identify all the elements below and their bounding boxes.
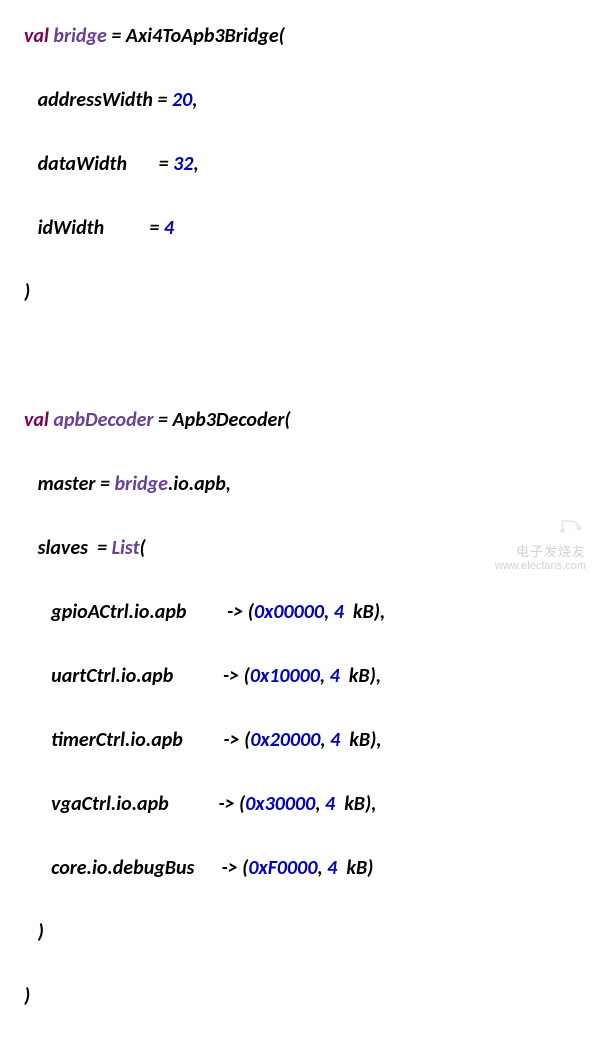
table-row: gpioACtrl.io.apb -> (0x00000, 4 kB), bbox=[24, 596, 576, 628]
row-size-n: 4 bbox=[327, 856, 337, 880]
row-addr: 0x20000 bbox=[250, 728, 320, 752]
blank-line bbox=[24, 340, 576, 372]
row-addr: 0x10000 bbox=[250, 664, 320, 688]
keyword-val: val bbox=[24, 24, 49, 48]
row-addr: 0x30000 bbox=[245, 792, 315, 816]
row-size-u: kB bbox=[353, 600, 374, 624]
param-idWidth: idWidth = 4 bbox=[24, 212, 576, 244]
row-size-n: 4 bbox=[325, 792, 335, 816]
row-lhs: uartCtrl.io.apb bbox=[51, 664, 173, 688]
row-lhs: timerCtrl.io.apb bbox=[51, 728, 183, 752]
list-ctor: List bbox=[112, 536, 140, 560]
param-value: 4 bbox=[164, 216, 174, 240]
master-line: master = bridge.io.apb, bbox=[24, 468, 576, 500]
ctor-apbDecoder: Apb3Decoder bbox=[173, 408, 285, 432]
close-paren-list: ) bbox=[24, 916, 576, 948]
param-addressWidth: addressWidth = 20, bbox=[24, 84, 576, 116]
row-size-n: 4 bbox=[330, 664, 340, 688]
row-addr: 0xF0000 bbox=[248, 856, 317, 880]
ctor-bridge: Axi4ToApb3Bridge bbox=[126, 24, 279, 48]
param-value: 32 bbox=[173, 152, 193, 176]
close-paren-call: ) bbox=[24, 980, 576, 1012]
slaves-line: slaves = List( bbox=[24, 532, 576, 564]
table-row: vgaCtrl.io.apb -> (0x30000, 4 kB), bbox=[24, 788, 576, 820]
row-size-u: kB bbox=[349, 728, 370, 752]
decl-apbDecoder: val apbDecoder = Apb3Decoder( bbox=[24, 404, 576, 436]
param-label: addressWidth bbox=[38, 88, 153, 112]
table-row: timerCtrl.io.apb -> (0x20000, 4 kB), bbox=[24, 724, 576, 756]
decl-bridge: val bridge = Axi4ToApb3Bridge( bbox=[24, 20, 576, 52]
row-lhs: vgaCtrl.io.apb bbox=[51, 792, 169, 816]
code-block: val bridge = Axi4ToApb3Bridge( addressWi… bbox=[24, 20, 576, 1044]
watermark: 电子发烧友 www.elecfans.com bbox=[495, 514, 586, 573]
master-label: master bbox=[38, 472, 96, 496]
param-dataWidth: dataWidth = 32, bbox=[24, 148, 576, 180]
slaves-label: slaves bbox=[38, 536, 88, 560]
param-value: 20 bbox=[172, 88, 192, 112]
table-row: uartCtrl.io.apb -> (0x10000, 4 kB), bbox=[24, 660, 576, 692]
keyword-val: val bbox=[24, 408, 49, 432]
watermark-url: www.elecfans.com bbox=[495, 560, 586, 573]
watermark-brand: 电子发烧友 bbox=[495, 544, 586, 560]
row-lhs: core.io.debugBus bbox=[51, 856, 194, 880]
param-label: dataWidth bbox=[38, 152, 127, 176]
row-size-n: 4 bbox=[330, 728, 340, 752]
row-size-u: kB bbox=[349, 664, 370, 688]
row-size-n: 4 bbox=[334, 600, 344, 624]
var-bridge: bridge bbox=[53, 24, 106, 48]
table-row: core.io.debugBus -> (0xF0000, 4 kB) bbox=[24, 852, 576, 884]
row-lhs: gpioACtrl.io.apb bbox=[51, 600, 186, 624]
master-ref-tail: .io.apb, bbox=[168, 472, 231, 496]
param-label: idWidth bbox=[38, 216, 105, 240]
var-apbDecoder: apbDecoder bbox=[53, 408, 153, 432]
row-size-u: kB bbox=[346, 856, 367, 880]
master-ref-head: bridge bbox=[114, 472, 167, 496]
row-addr: 0x00000 bbox=[254, 600, 324, 624]
snap-icon bbox=[558, 514, 586, 542]
close-paren: ) bbox=[24, 276, 576, 308]
row-size-u: kB bbox=[344, 792, 365, 816]
